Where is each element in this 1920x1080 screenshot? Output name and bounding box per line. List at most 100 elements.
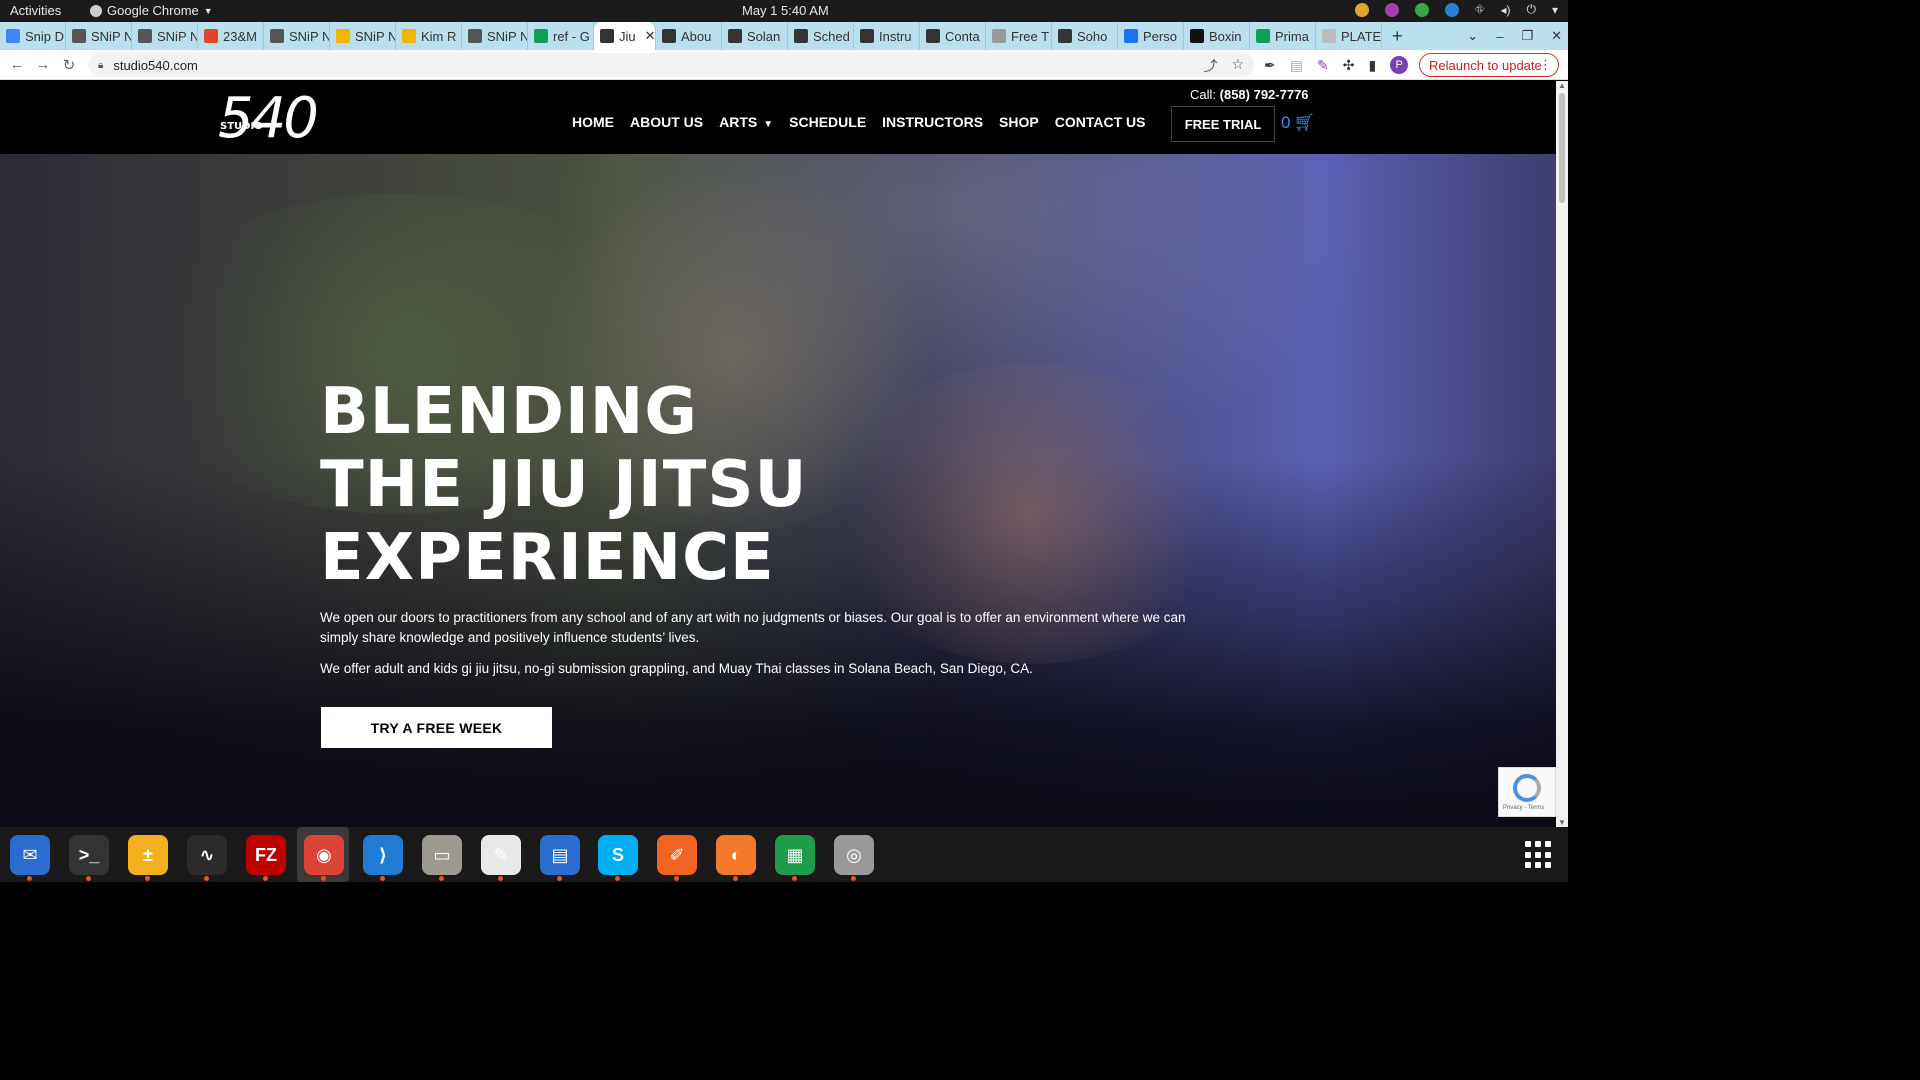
tab-label: SNiP N xyxy=(289,28,330,44)
browser-tab[interactable]: Snip D xyxy=(0,22,66,50)
browser-tab[interactable]: Perso xyxy=(1118,22,1184,50)
activities-button[interactable]: Activities xyxy=(10,3,61,18)
extensions-area: ✒ ▤ ✎ ✣ ▮ P xyxy=(1264,56,1409,74)
chevron-down-icon[interactable]: ▾ xyxy=(1552,3,1558,17)
browser-tab[interactable]: SNiP N xyxy=(330,22,396,50)
tab-label: Instru xyxy=(879,28,912,44)
calculator-icon[interactable]: ± xyxy=(128,835,168,881)
reload-icon[interactable]: ↻ xyxy=(56,56,82,74)
tab-favicon-icon xyxy=(270,29,284,43)
browser-tab[interactable]: Abou xyxy=(656,22,722,50)
browser-tab[interactable]: Jiu ✕ xyxy=(594,22,656,50)
tab-label: PLATE xyxy=(1341,28,1382,44)
spreadsheet-icon[interactable]: ▦ xyxy=(775,835,815,881)
browser-tab[interactable]: Solan xyxy=(722,22,788,50)
nav-contact-us[interactable]: CONTACT US xyxy=(1055,114,1146,130)
vscode-icon[interactable]: ⟩ xyxy=(363,835,403,881)
app-tray-icon-2[interactable] xyxy=(1444,2,1459,17)
cart-count: 0 xyxy=(1281,113,1291,132)
skype-icon[interactable]: S xyxy=(598,835,638,881)
inkscape-icon[interactable]: ✐ xyxy=(657,835,697,881)
show-apps-icon[interactable] xyxy=(1525,841,1553,869)
browser-tab[interactable]: Soho xyxy=(1052,22,1118,50)
chrome-tray-icon[interactable] xyxy=(1354,2,1369,17)
close-tab-icon[interactable]: ✕ xyxy=(645,28,655,44)
scroll-up-icon[interactable]: ▲ xyxy=(1558,81,1566,90)
power-icon[interactable]: ⏻ xyxy=(1526,2,1536,17)
chrome-icon[interactable]: ◉ xyxy=(304,835,344,881)
tab-search-icon[interactable]: ⌄ xyxy=(1467,28,1478,44)
side-panel-icon[interactable]: ▮ xyxy=(1368,57,1376,74)
filezilla-icon[interactable]: FZ xyxy=(246,835,286,881)
phone-label: Call: xyxy=(1190,87,1217,102)
nav-arts[interactable]: ARTS ▼ xyxy=(719,114,773,130)
phone-line[interactable]: Call: (858) 792-7776 xyxy=(1190,87,1309,102)
browser-tab[interactable]: SNiP N xyxy=(264,22,330,50)
recaptcha-icon xyxy=(1513,774,1541,802)
lock-icon[interactable]: 🔒︎ xyxy=(98,60,103,71)
studio-logo[interactable]: 540 STUDIO xyxy=(218,89,319,149)
browser-tab[interactable]: Prima xyxy=(1250,22,1316,50)
scroll-down-icon[interactable]: ▼ xyxy=(1558,818,1566,827)
tab-favicon-icon xyxy=(336,29,350,43)
recaptcha-badge[interactable]: Privacy - Terms xyxy=(1498,767,1556,817)
free-trial-button[interactable]: FREE TRIAL xyxy=(1171,106,1275,142)
browser-tab[interactable]: 23&M xyxy=(198,22,264,50)
terminal-icon[interactable]: >_ xyxy=(69,835,109,881)
close-window-icon[interactable]: ✕ xyxy=(1551,28,1562,44)
forward-icon[interactable]: → xyxy=(30,56,56,73)
try-free-week-button[interactable]: TRY A FREE WEEK xyxy=(321,707,552,748)
recaptcha-links[interactable]: Privacy - Terms xyxy=(1503,805,1544,811)
browser-tab[interactable]: Instru xyxy=(854,22,920,50)
text-editor-icon[interactable]: ✎ xyxy=(481,835,521,881)
back-icon[interactable]: ← xyxy=(4,56,30,73)
browser-tab[interactable]: ref - G xyxy=(528,22,594,50)
url-text[interactable]: studio540.com xyxy=(113,58,198,73)
eyedropper-icon[interactable]: ✒ xyxy=(1264,57,1276,74)
scrollbar-thumb[interactable] xyxy=(1559,93,1565,203)
address-bar[interactable]: 🔒︎ studio540.com ⤴ ☆ xyxy=(88,53,1254,77)
puzzle-icon[interactable]: ✣ xyxy=(1343,57,1355,74)
page-scrollbar[interactable]: ▲ ▼ xyxy=(1556,81,1568,827)
share-icon[interactable]: ⤴ xyxy=(1203,56,1217,76)
volume-icon[interactable]: ◂) xyxy=(1500,3,1510,17)
thunderbird-icon[interactable]: ✉ xyxy=(10,835,50,881)
menu-kebab-icon[interactable]: ⋮ xyxy=(1539,57,1552,73)
nav-schedule[interactable]: SCHEDULE xyxy=(789,114,866,130)
document-viewer-icon[interactable]: ▤ xyxy=(540,835,580,881)
browser-tab[interactable]: Kim R xyxy=(396,22,462,50)
network-icon[interactable]: ⛗ xyxy=(1475,2,1485,17)
browser-tab[interactable]: Sched xyxy=(788,22,854,50)
bookmark-star-icon[interactable]: ☆ xyxy=(1231,56,1244,76)
restore-icon[interactable]: ❐ xyxy=(1521,28,1533,44)
disk-icon[interactable]: ◎ xyxy=(834,835,874,881)
profile-avatar[interactable]: P xyxy=(1390,56,1409,74)
browser-tab[interactable]: SNiP N xyxy=(66,22,132,50)
nav-instructors[interactable]: INSTRUCTORS xyxy=(882,114,983,130)
browser-tab[interactable]: PLATE xyxy=(1316,22,1382,50)
files-icon[interactable]: ▭ xyxy=(422,835,462,881)
browser-tab[interactable]: Boxin xyxy=(1184,22,1250,50)
relaunch-button[interactable]: Relaunch to update ⋮ xyxy=(1419,53,1559,77)
pen-extension-icon[interactable]: ✎ xyxy=(1317,57,1329,74)
system-monitor-icon[interactable]: ∿ xyxy=(187,835,227,881)
app-tray-icon[interactable] xyxy=(1384,2,1399,17)
cart-link[interactable]: 0 🛒︎ xyxy=(1281,113,1315,133)
clock[interactable]: May 1 5:40 AM xyxy=(742,3,829,18)
nav-shop[interactable]: SHOP xyxy=(999,114,1039,130)
nav-home[interactable]: HOME xyxy=(572,114,614,130)
browser-tab[interactable]: Free T xyxy=(986,22,1052,50)
tab-favicon-icon xyxy=(1256,29,1270,43)
browser-tab[interactable]: SNiP N xyxy=(132,22,198,50)
browser-tab[interactable]: Conta xyxy=(920,22,986,50)
minimize-icon[interactable]: – xyxy=(1496,29,1503,44)
nav-about-us[interactable]: ABOUT US xyxy=(630,114,703,130)
tab-label: Snip D xyxy=(25,28,65,44)
extension-icon[interactable]: ▤ xyxy=(1290,57,1303,74)
phone-number[interactable]: (858) 792-7776 xyxy=(1220,87,1309,102)
app-menu[interactable]: Google Chrome ▼ xyxy=(90,3,213,18)
browser-tab[interactable]: SNiP N xyxy=(462,22,528,50)
check-tray-icon[interactable] xyxy=(1414,2,1429,17)
new-tab-icon[interactable]: + xyxy=(1382,26,1413,47)
blender-icon[interactable]: ◐ xyxy=(716,835,756,881)
